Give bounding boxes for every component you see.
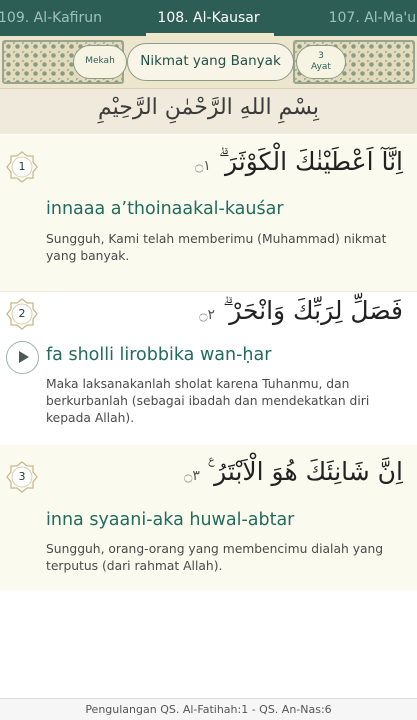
- play-audio-button[interactable]: [6, 341, 39, 374]
- bismillah-text: بِسْمِ اللهِ الرَّحْمٰنِ الرَّحِيْمِ: [97, 95, 320, 120]
- arabic-text: اِنَّ شَانِئَكَ هُوَ الْاَبْتَرُ ࣖ ۝٣: [184, 457, 403, 487]
- surah-meaning-title: Nikmat yang Banyak: [127, 43, 294, 81]
- ayat-count-badge: 3 Ayat: [296, 45, 346, 79]
- tab-next-surah[interactable]: 107. Al-Ma'un: [329, 0, 417, 36]
- revelation-place-badge: Mekah: [73, 45, 127, 79]
- verse-number: 2: [18, 307, 26, 320]
- arabic-verse: اِنَّآ اَعْطَيْنٰكَ الْكَوْثَرَ ۗ: [218, 147, 403, 176]
- translation-text: Maka laksanakanlah sholat karena Tuhanmu…: [46, 377, 370, 425]
- ayah-end-marker: ۝٣: [184, 468, 200, 484]
- verse-block-3[interactable]: 3 اِنَّ شَانِئَكَ هُوَ الْاَبْتَرُ ࣖ ۝٣ …: [0, 445, 417, 590]
- ayah-end-marker: ۝٢: [199, 307, 215, 323]
- arabic-text: فَصَلِّ لِرَبِّكَ وَانْحَرْ ۗ ۝٢: [199, 296, 403, 326]
- repeat-range-footer[interactable]: Pengulangan QS. Al-Fatihah:1 - QS. An-Na…: [0, 698, 417, 720]
- translation-text: Sungguh, orang-orang yang membencimu dia…: [46, 542, 384, 573]
- transliteration-text: innaaa a’thoinaakal-kauśar: [46, 199, 284, 219]
- arabic-verse: فَصَلِّ لِرَبِّكَ وَانْحَرْ ۗ: [222, 296, 403, 325]
- verse-number-badge: 3: [6, 461, 38, 493]
- bismillah-banner: بِسْمِ اللهِ الرَّحْمٰنِ الرَّحِيْمِ: [0, 88, 417, 134]
- verse-block-2[interactable]: 2 فَصَلِّ لِرَبِّكَ وَانْحَرْ ۗ ۝٢ fa sh…: [0, 292, 417, 444]
- verse-number: 3: [18, 470, 26, 483]
- ayat-count-number: 3: [318, 51, 324, 61]
- verse-number-badge: 2: [6, 298, 38, 330]
- verse-number: 1: [18, 160, 26, 173]
- ayat-count-label: Ayat: [311, 62, 331, 72]
- surah-header: Mekah Nikmat yang Banyak 3 Ayat: [0, 36, 417, 88]
- transliteration-text: inna syaani-aka huwal-abtar: [46, 510, 295, 530]
- ayah-end-marker: ۝١: [195, 158, 211, 174]
- arabic-verse: اِنَّ شَانِئَكَ هُوَ الْاَبْتَرُ ࣖ: [207, 457, 403, 486]
- transliteration-text: fa sholli lirobbika wan-ḥar: [46, 345, 272, 365]
- translation-text: Sungguh, Kami telah memberimu (Muhammad)…: [46, 232, 387, 263]
- arabic-text: اِنَّآ اَعْطَيْنٰكَ الْكَوْثَرَ ۗ ۝١: [195, 147, 403, 177]
- verse-number-badge: 1: [6, 151, 38, 183]
- verse-block-1[interactable]: 1 اِنَّآ اَعْطَيْنٰكَ الْكَوْثَرَ ۗ ۝١ i…: [0, 135, 417, 291]
- surah-tab-bar: 109. Al-Kafirun 108. Al-Kausar 107. Al-M…: [0, 0, 417, 36]
